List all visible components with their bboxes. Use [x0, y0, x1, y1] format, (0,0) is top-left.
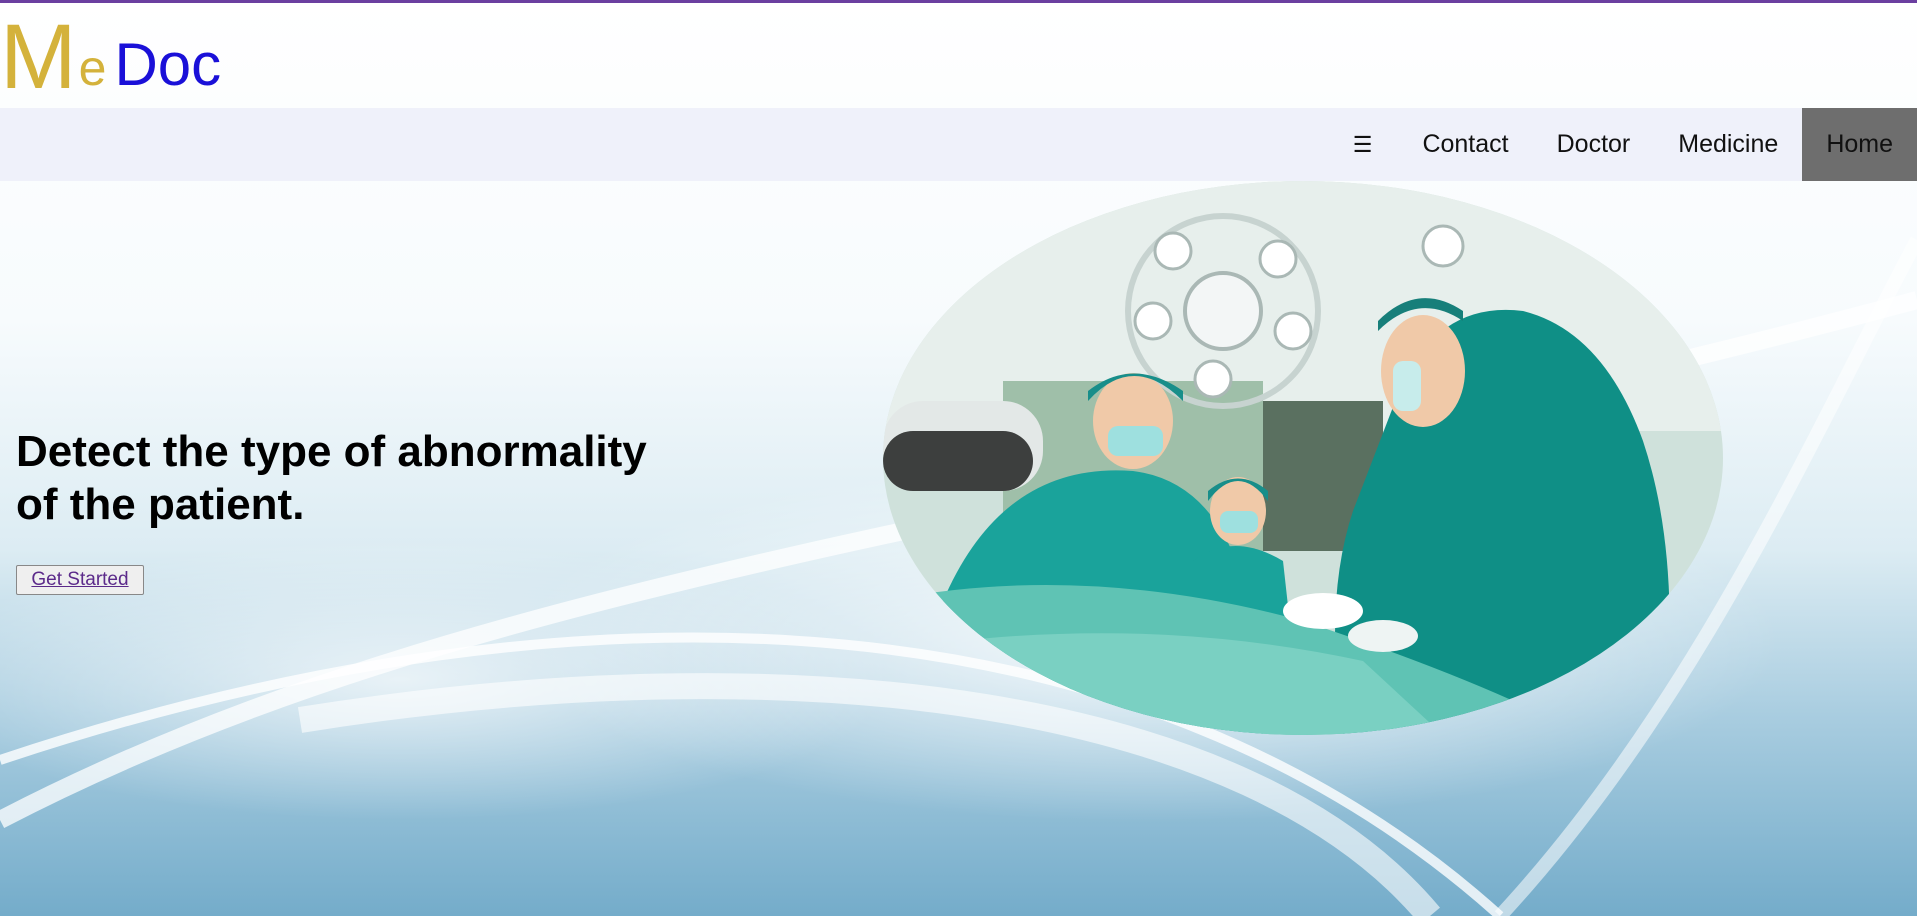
surgery-team-image	[883, 181, 1723, 735]
logo-letter-m: M	[0, 6, 77, 108]
nav-item-home[interactable]: Home	[1802, 108, 1917, 181]
nav-item-medicine[interactable]: Medicine	[1654, 108, 1802, 181]
navbar: ☰ Contact Doctor Medicine Home	[0, 108, 1917, 181]
nav-item-doctor[interactable]: Doctor	[1533, 108, 1655, 181]
logo-letter-e: e	[78, 40, 107, 96]
hero-text: Detect the type of abnormality of the pa…	[16, 425, 696, 531]
hero-title: Detect the type of abnormality of the pa…	[16, 427, 647, 529]
nav-items: ☰ Contact Doctor Medicine Home	[1327, 108, 1917, 181]
top-border	[0, 0, 1917, 3]
nav-item-contact[interactable]: Contact	[1398, 108, 1532, 181]
get-started-button[interactable]: Get Started	[16, 565, 144, 595]
hamburger-menu-icon[interactable]: ☰	[1327, 108, 1399, 181]
logo-doc: Doc	[114, 31, 222, 98]
logo[interactable]: M e Doc	[0, 6, 222, 108]
